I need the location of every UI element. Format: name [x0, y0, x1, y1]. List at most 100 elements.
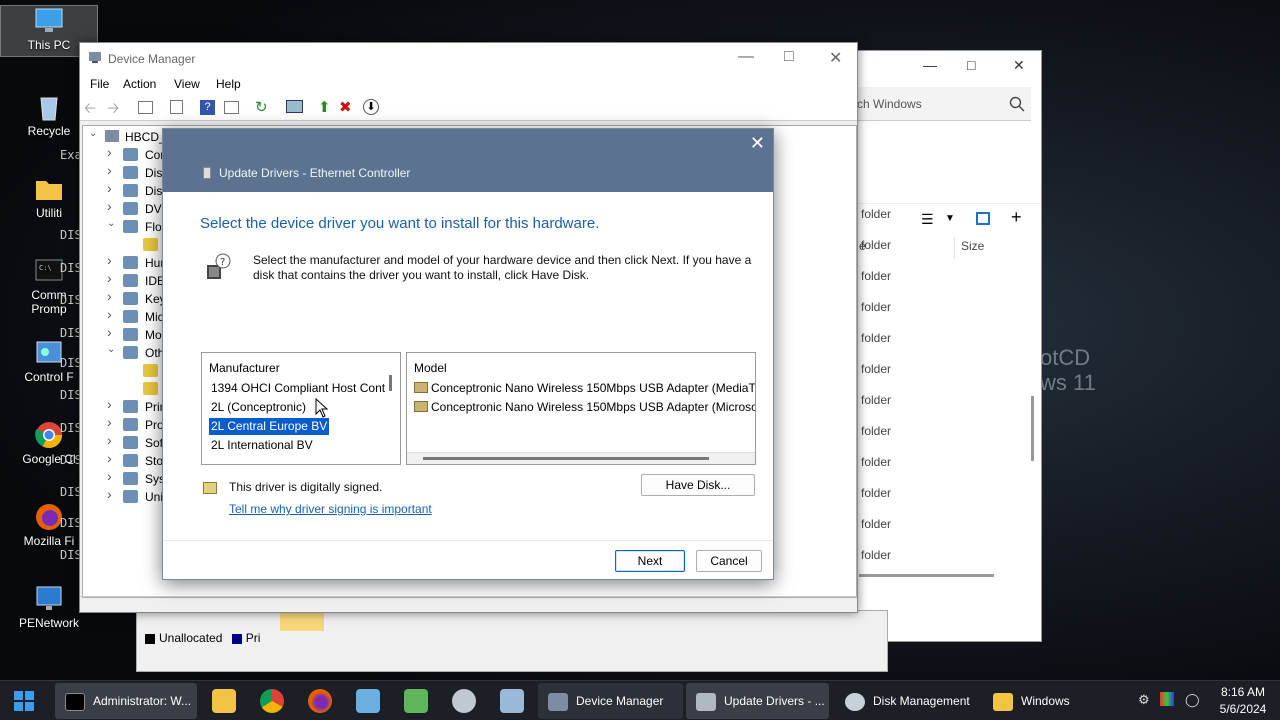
- chevron-down-icon[interactable]: ▼: [945, 213, 955, 224]
- forward-icon[interactable]: 🡢: [107, 98, 119, 123]
- taskbar-item-windows-folder[interactable]: Windows: [983, 683, 1127, 719]
- tree-item[interactable]: ⌄ Oth: [83, 344, 164, 362]
- chevron-right-icon[interactable]: ›: [107, 486, 112, 502]
- column-header-size[interactable]: Size: [961, 239, 984, 253]
- notepad-pin[interactable]: [356, 689, 380, 713]
- view-icon[interactable]: [224, 101, 239, 114]
- tree-item[interactable]: › Mic: [83, 306, 164, 326]
- menu-help[interactable]: Help: [216, 77, 241, 91]
- color-tray-icon[interactable]: [1160, 692, 1174, 706]
- file-list-row[interactable]: folder: [861, 300, 891, 314]
- model-item[interactable]: Conceptronic Nano Wireless 150Mbps USB A…: [412, 399, 755, 416]
- taskbar-item-administrator[interactable]: Administrator: W...: [55, 683, 197, 719]
- chevron-right-icon[interactable]: ›: [107, 198, 112, 214]
- tree-item[interactable]: › DVD: [83, 198, 170, 218]
- disk-management-window[interactable]: Unallocated Pri: [136, 610, 888, 672]
- update-driver-icon[interactable]: ⬆: [318, 98, 331, 116]
- manufacturer-item[interactable]: 2L (Conceptronic): [209, 399, 308, 416]
- taskbar-item-device-manager[interactable]: Device Manager: [538, 683, 683, 719]
- disable-device-icon[interactable]: ⬇: [363, 99, 379, 115]
- horizontal-scrollbar[interactable]: [407, 452, 755, 464]
- file-list-row[interactable]: folder: [861, 362, 891, 376]
- tree-item[interactable]: › Disp: [83, 180, 169, 200]
- tree-item[interactable]: › Prir: [83, 396, 164, 416]
- start-button[interactable]: [12, 689, 36, 713]
- update-drivers-dialog[interactable]: ✕ Update Drivers - Ethernet Controller S…: [162, 128, 774, 580]
- close-icon[interactable]: ✕: [750, 133, 765, 154]
- chevron-right-icon[interactable]: ›: [107, 432, 112, 448]
- manufacturer-item-selected[interactable]: 2L Central Europe BV: [209, 418, 330, 435]
- model-list[interactable]: Model Conceptronic Nano Wireless 150Mbps…: [406, 352, 756, 465]
- menu-action[interactable]: Action: [123, 77, 156, 91]
- show-hide-icon[interactable]: [170, 100, 183, 114]
- search-box[interactable]: ch Windows: [853, 87, 1031, 121]
- chevron-right-icon[interactable]: ›: [107, 144, 112, 160]
- tree-root[interactable]: ⌄ HBCD_: [83, 128, 166, 146]
- tree-item[interactable]: [83, 236, 163, 254]
- file-list-row[interactable]: folder: [861, 424, 891, 438]
- manufacturer-item[interactable]: 1394 OHCI Compliant Host Cont: [209, 380, 387, 397]
- chevron-right-icon[interactable]: ›: [107, 468, 112, 484]
- tree-item[interactable]: › Soft: [83, 432, 166, 452]
- driver-signing-link[interactable]: Tell me why driver signing is important: [229, 502, 432, 516]
- maximize-icon[interactable]: □: [784, 48, 794, 66]
- cancel-button[interactable]: Cancel: [696, 550, 762, 572]
- network-tool-pin[interactable]: [452, 689, 476, 713]
- tree-item[interactable]: › Stor: [83, 450, 167, 470]
- spreadsheet-pin[interactable]: [404, 689, 428, 713]
- file-explorer-pin[interactable]: [212, 689, 236, 713]
- tree-item[interactable]: › Syst: [83, 468, 168, 488]
- file-list-row[interactable]: folder: [861, 269, 891, 283]
- chevron-right-icon[interactable]: ›: [107, 270, 112, 286]
- next-button[interactable]: Next: [615, 550, 685, 572]
- new-tab-icon[interactable]: +: [1011, 207, 1022, 228]
- details-pane-icon[interactable]: [976, 212, 990, 225]
- file-explorer-window[interactable]: — □ ✕ ch Windows ☰ ▼ + e Size folder fold…: [838, 50, 1042, 642]
- chevron-right-icon[interactable]: ›: [107, 180, 112, 196]
- minimize-icon[interactable]: —: [738, 48, 754, 66]
- horizontal-scrollbar[interactable]: [859, 574, 994, 577]
- chrome-pin[interactable]: [260, 689, 284, 713]
- scan-hardware-icon[interactable]: ↻: [255, 98, 268, 116]
- maximize-icon[interactable]: □: [967, 57, 975, 73]
- tree-item[interactable]: › IDE: [83, 270, 165, 290]
- manufacturer-list[interactable]: Manufacturer 1394 OHCI Compliant Host Co…: [201, 352, 401, 465]
- menu-file[interactable]: File: [90, 77, 109, 91]
- tree-item[interactable]: [83, 380, 163, 398]
- view-list-icon[interactable]: ☰: [921, 211, 934, 228]
- tree-item[interactable]: › Cor: [83, 144, 164, 164]
- chevron-right-icon[interactable]: ›: [107, 450, 112, 466]
- tree-item[interactable]: › Uni: [83, 486, 163, 506]
- network-tray-icon[interactable]: ◯: [1185, 692, 1200, 708]
- close-icon[interactable]: ✕: [829, 48, 842, 68]
- uninstall-icon[interactable]: ✖: [339, 98, 352, 116]
- chevron-right-icon[interactable]: ›: [107, 306, 112, 322]
- chevron-right-icon[interactable]: ›: [107, 414, 112, 430]
- chevron-down-icon[interactable]: ⌄: [89, 128, 97, 139]
- vertical-scrollbar[interactable]: [1031, 396, 1034, 461]
- chevron-right-icon[interactable]: ›: [107, 288, 112, 304]
- file-list-row[interactable]: folder: [861, 393, 891, 407]
- properties-icon[interactable]: [138, 101, 153, 114]
- file-list-row[interactable]: folder: [861, 331, 891, 345]
- tree-item[interactable]: ⌄ Flop: [83, 218, 168, 236]
- file-list-row[interactable]: folder: [861, 455, 891, 469]
- scrollbar-thumb[interactable]: [423, 457, 709, 460]
- tree-item[interactable]: [83, 362, 163, 380]
- tree-item[interactable]: › Disl: [83, 162, 165, 182]
- calculator-pin[interactable]: [500, 689, 524, 713]
- file-list-row[interactable]: folder: [861, 486, 891, 500]
- taskbar-item-disk-management[interactable]: Disk Management: [835, 683, 979, 719]
- manufacturer-item[interactable]: 2L International BV: [209, 437, 315, 454]
- firefox-pin[interactable]: [308, 689, 332, 713]
- tree-item[interactable]: › Key: [83, 288, 166, 308]
- menu-view[interactable]: View: [174, 77, 200, 91]
- chevron-down-icon[interactable]: ⌄: [107, 218, 115, 229]
- clock[interactable]: 8:16 AM 5/6/2024: [1208, 684, 1278, 718]
- minimize-icon[interactable]: —: [923, 57, 937, 73]
- tool-tray-icon[interactable]: ⚙: [1138, 692, 1150, 708]
- close-icon[interactable]: ✕: [1013, 57, 1025, 74]
- model-item[interactable]: Conceptronic Nano Wireless 150Mbps USB A…: [412, 380, 755, 397]
- file-list-row[interactable]: folder: [861, 238, 891, 252]
- back-icon[interactable]: 🡠: [84, 98, 96, 123]
